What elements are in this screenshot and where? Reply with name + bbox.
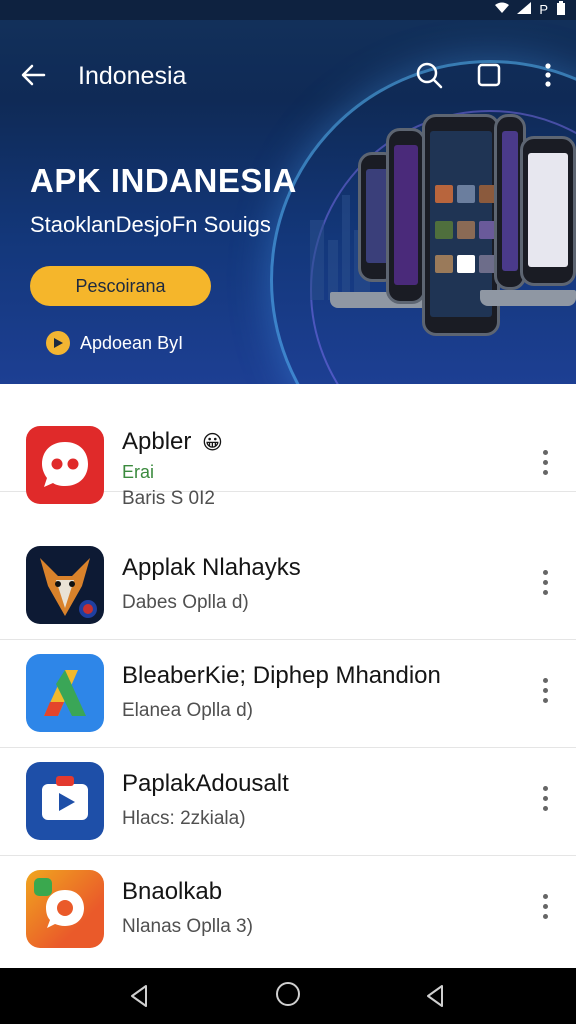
status-icons: P <box>495 1 566 18</box>
back-arrow-icon[interactable] <box>18 60 48 90</box>
smiley-emoji-icon: 😀 <box>202 432 223 454</box>
list-item[interactable]: BleaberKie; Diphep Mhandion Elanea Oplla… <box>0 640 576 748</box>
hero-banner[interactable]: Indonesia APK INDANESIA StaoklanDesjoFn … <box>0 20 576 384</box>
row-overflow-icon[interactable] <box>534 676 558 706</box>
hero-subtitle: StaoklanDesjoFn Souigs <box>30 212 271 237</box>
app-title: Apbler <box>122 428 192 455</box>
overflow-menu-icon[interactable] <box>534 60 562 90</box>
row-overflow-icon[interactable] <box>534 568 558 598</box>
nav-home-icon[interactable] <box>276 982 300 1006</box>
window-icon[interactable] <box>474 60 504 90</box>
system-nav-bar <box>0 968 576 1024</box>
red-chat-icon <box>26 426 104 504</box>
row-overflow-icon[interactable] <box>534 448 558 478</box>
play-icon <box>46 331 70 355</box>
list-item[interactable]: Bnaolkab Nlanas Oplla 3) <box>0 856 576 964</box>
list-item[interactable]: Applak Nlahayks Dabes Oplla d) <box>0 532 576 640</box>
hero-cta-button[interactable]: Pescoirana <box>30 266 211 306</box>
fox-icon <box>26 546 104 624</box>
app-meta: Dabes Oplla d) <box>122 592 249 613</box>
battery-icon <box>556 1 566 18</box>
nav-recent-icon[interactable] <box>422 982 448 1010</box>
row-overflow-icon[interactable] <box>534 784 558 814</box>
app-title: PaplakAdousalt <box>122 770 289 797</box>
app-title: Bnaolkab <box>122 878 223 905</box>
app-title: Applak Nlahayks <box>122 554 301 581</box>
nav-back-icon[interactable] <box>126 982 152 1010</box>
app-tag: Erai <box>122 462 155 482</box>
status-indicator-text: P <box>539 2 548 17</box>
app-meta: Elanea Oplla d) <box>122 700 253 721</box>
hero-badge-text: Apdoean ByI <box>80 333 184 353</box>
search-icon[interactable] <box>414 60 444 90</box>
app-bar: Indonesia <box>0 40 576 108</box>
hero-title: APK INDANESIA <box>30 162 297 199</box>
list-item[interactable]: Apbler 😀 Erai Baris S 0I2 <box>0 384 576 509</box>
video-play-icon <box>26 762 104 840</box>
chat-bubble-icon <box>26 870 104 948</box>
signal-icon <box>517 2 532 17</box>
app-meta: Hlacs: 2zkiala) <box>122 808 246 829</box>
page-title: Indonesia <box>78 62 187 90</box>
status-bar: P <box>0 0 576 20</box>
wifi-icon <box>495 2 510 17</box>
app-title: BleaberKie; Diphep Mhandion <box>122 662 441 689</box>
app-meta: Nlanas Oplla 3) <box>122 916 253 937</box>
app-list: Apbler 😀 Erai Baris S 0I2 Applak Nlahayk… <box>0 384 576 968</box>
list-item[interactable]: PaplakAdousalt Hlacs: 2zkiala) <box>0 748 576 856</box>
triangle-logo-icon <box>26 654 104 732</box>
app-meta: Baris S 0I2 <box>122 488 215 509</box>
row-overflow-icon[interactable] <box>534 892 558 922</box>
